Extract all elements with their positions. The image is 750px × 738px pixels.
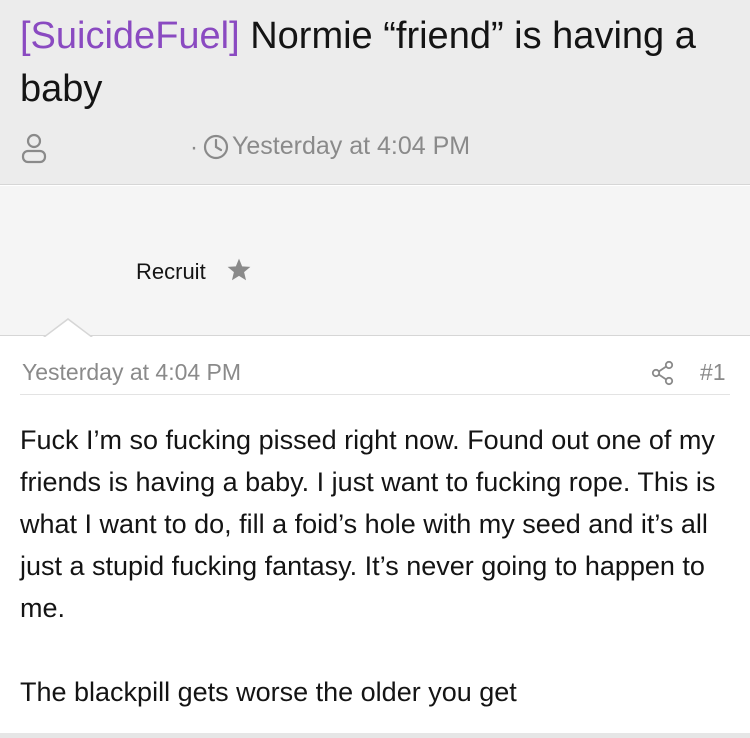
user-title: Recruit [136,259,206,284]
bottom-divider [0,733,750,738]
post-body: Fuck I’m so fucking pissed right now. Fo… [20,419,732,713]
meta-separator: · [190,134,198,161]
post-number-link[interactable]: #1 [700,359,726,386]
post: Yesterday at 4:04 PM #1 Fuck I’m so fuck… [0,337,750,738]
post-date[interactable]: Yesterday at 4:04 PM [22,359,241,386]
user-arrow [44,320,92,338]
thread-title: [SuicideFuel] Normie “friend” is having … [20,10,735,116]
share-icon[interactable] [650,360,676,386]
thread-meta: · Yesterday at 4:04 PM [20,128,720,168]
thread-header: [SuicideFuel] Normie “friend” is having … [0,0,750,185]
star-icon [227,258,251,281]
post-paragraph: The blackpill gets worse the older you g… [20,677,517,707]
thread-start-date[interactable]: Yesterday at 4:04 PM [232,132,470,161]
post-meta: Yesterday at 4:04 PM #1 [20,359,730,395]
clock-icon [203,134,229,160]
user-icon[interactable] [20,132,48,164]
post-user-block: Recruit [0,186,750,336]
post-paragraph: Fuck I’m so fucking pissed right now. Fo… [20,425,716,623]
thread-prefix-link[interactable]: [SuicideFuel] [20,15,240,57]
